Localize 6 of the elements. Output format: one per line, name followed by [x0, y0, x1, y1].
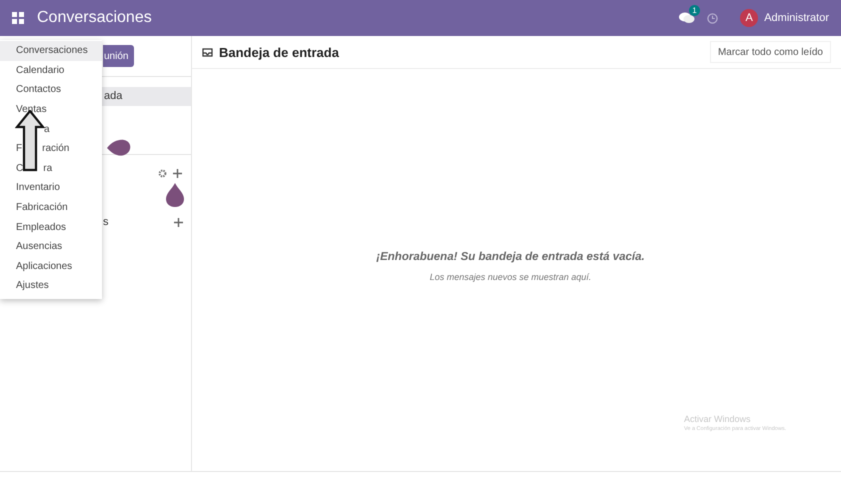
- page-title: Bandeja de entrada: [219, 44, 339, 60]
- empty-text: Los mensajes nuevos se muestran aquí.: [430, 272, 592, 282]
- notification-badge: 1: [689, 5, 700, 16]
- section-label: s: [103, 216, 110, 228]
- app-title: Conversaciones: [37, 9, 152, 27]
- empty-title: ¡Enhorabuena! Su bandeja de entrada está vacía.: [376, 251, 645, 263]
